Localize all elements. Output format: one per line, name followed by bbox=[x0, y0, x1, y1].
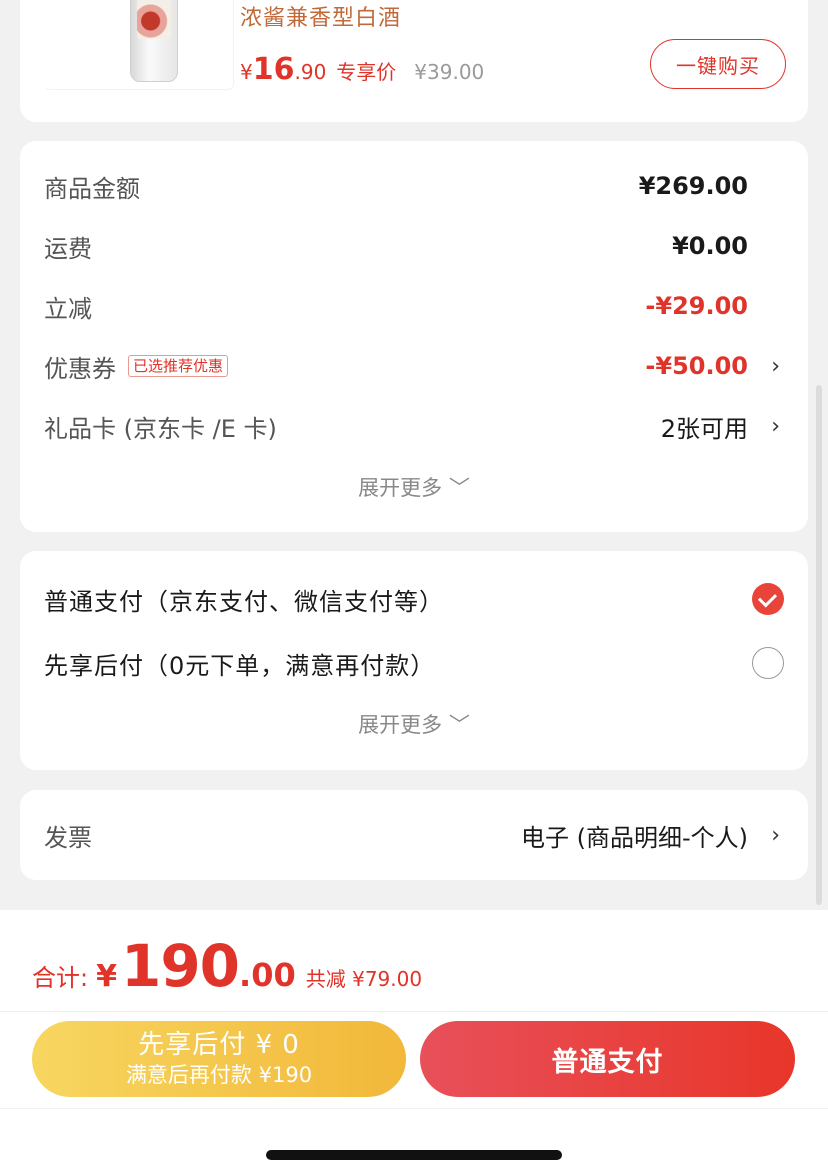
row-label: 礼品卡 (京东卡 /E 卡) bbox=[44, 414, 277, 443]
one-click-buy-button[interactable]: 一键购买 bbox=[650, 39, 786, 89]
divider bbox=[0, 1011, 828, 1012]
payment-option-label: 普通支付（京东支付、微信支付等） bbox=[44, 587, 444, 616]
original-price: ¥39.00 bbox=[414, 60, 485, 84]
product-title[interactable]: 浓酱兼香型白酒 bbox=[240, 0, 401, 32]
expand-more-summary[interactable]: 展开更多 ﹀ bbox=[20, 472, 808, 502]
payment-method-card: 普通支付（京东支付、微信支付等） 先享后付（0元下单，满意再付款） 展开更多 ﹀ bbox=[20, 551, 808, 770]
invoice-card[interactable]: 发票 电子 (商品明细-个人) › bbox=[20, 790, 808, 880]
invoice-label: 发票 bbox=[44, 823, 92, 852]
checkout-footer: 合计: ¥ 190 .00 共减 ¥79.00 先享后付 ¥ 0 满意后再付款 … bbox=[0, 910, 828, 1176]
home-indicator[interactable] bbox=[266, 1150, 562, 1160]
row-label: 优惠券 bbox=[44, 354, 116, 383]
total-symbol: ¥ bbox=[96, 959, 117, 994]
payment-option-bnpl[interactable]: 先享后付（0元下单，满意再付款） bbox=[44, 641, 784, 685]
chevron-right-icon: › bbox=[771, 822, 780, 848]
row-value: -¥50.00 bbox=[645, 352, 748, 380]
standard-pay-button[interactable]: 普通支付 bbox=[420, 1021, 795, 1097]
product-price: ¥ 16 .90 专享价 ¥39.00 bbox=[240, 52, 484, 87]
order-summary-card: 商品金额 ¥269.00 运费 ¥0.00 立减 -¥29.00 优惠券 已选推… bbox=[20, 141, 808, 532]
divider bbox=[0, 1108, 828, 1109]
total-line: 合计: ¥ 190 .00 共减 ¥79.00 bbox=[32, 932, 422, 1000]
bottle-label bbox=[137, 0, 171, 39]
row-value: 2张可用 bbox=[660, 414, 748, 443]
product-thumbnail[interactable] bbox=[44, 0, 234, 90]
bnpl-pay-button[interactable]: 先享后付 ¥ 0 满意后再付款 ¥190 bbox=[32, 1021, 406, 1097]
scroll-area[interactable]: 浓酱兼香型白酒 ¥ 16 .90 专享价 ¥39.00 一键购买 商品金额 ¥2… bbox=[0, 0, 828, 910]
coupon-tag: 已选推荐优惠 bbox=[128, 355, 229, 377]
price-integer: 16 bbox=[252, 52, 295, 87]
summary-row-shipping: 运费 ¥0.00 bbox=[44, 226, 784, 266]
expand-more-payment[interactable]: 展开更多 ﹀ bbox=[20, 709, 808, 739]
radio-empty-icon[interactable] bbox=[752, 647, 784, 679]
bottle-image bbox=[130, 0, 178, 82]
scrollbar[interactable] bbox=[816, 385, 822, 905]
price-decimal: .90 bbox=[294, 60, 327, 84]
row-label: 立减 bbox=[44, 294, 92, 323]
bnpl-main-label: 先享后付 ¥ 0 bbox=[138, 1030, 300, 1060]
row-value: ¥269.00 bbox=[638, 172, 748, 200]
check-icon[interactable] bbox=[752, 583, 784, 615]
summary-row-gift-card[interactable]: 礼品卡 (京东卡 /E 卡) 2张可用 › bbox=[44, 406, 784, 446]
summary-row-instant-discount: 立减 -¥29.00 bbox=[44, 286, 784, 326]
recommended-product-card: 浓酱兼香型白酒 ¥ 16 .90 专享价 ¥39.00 一键购买 bbox=[20, 0, 808, 122]
price-symbol: ¥ bbox=[240, 60, 253, 84]
row-label: 商品金额 bbox=[44, 174, 140, 203]
chevron-right-icon: › bbox=[771, 413, 780, 439]
payment-option-label: 先享后付（0元下单，满意再付款） bbox=[44, 651, 436, 680]
summary-row-coupon[interactable]: 优惠券 已选推荐优惠 -¥50.00 › bbox=[44, 346, 784, 386]
invoice-row[interactable]: 发票 电子 (商品明细-个人) › bbox=[44, 815, 784, 855]
invoice-value: 电子 (商品明细-个人) bbox=[520, 823, 748, 852]
price-tag: 专享价 bbox=[336, 60, 397, 84]
row-value: -¥29.00 bbox=[645, 292, 748, 320]
total-decimal: .00 bbox=[239, 956, 296, 994]
total-label: 合计: bbox=[32, 964, 89, 992]
total-saved: 共减 ¥79.00 bbox=[305, 967, 423, 991]
payment-option-standard[interactable]: 普通支付（京东支付、微信支付等） bbox=[44, 577, 784, 621]
row-value: ¥0.00 bbox=[672, 232, 748, 260]
total-integer: 190 bbox=[120, 932, 240, 1000]
summary-row-goods-amount: 商品金额 ¥269.00 bbox=[44, 166, 784, 206]
bnpl-sub-label: 满意后再付款 ¥190 bbox=[125, 1063, 313, 1087]
row-label: 运费 bbox=[44, 234, 92, 263]
chevron-right-icon: › bbox=[771, 353, 780, 379]
